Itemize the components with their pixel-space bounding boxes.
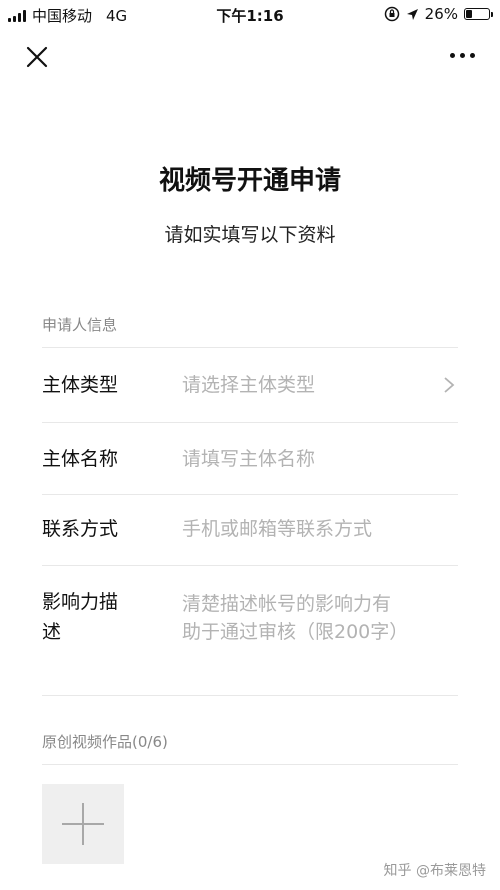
- battery-level: [466, 10, 472, 18]
- divider: [42, 494, 458, 495]
- battery-percent: 26%: [424, 5, 458, 23]
- divider: [42, 695, 458, 696]
- entity-name-input[interactable]: 请填写主体名称: [182, 444, 315, 474]
- divider: [42, 764, 458, 765]
- page-subtitle: 请如实填写以下资料: [164, 224, 336, 246]
- close-button[interactable]: [20, 40, 54, 74]
- divider: [42, 347, 458, 348]
- close-icon: [26, 46, 48, 68]
- more-icon-dot: [449, 52, 455, 58]
- more-icon-dot: [469, 52, 475, 58]
- rotation-lock-icon: [384, 6, 399, 22]
- location-icon: [406, 8, 418, 20]
- field-label: 主体名称: [42, 448, 119, 470]
- field-label: 联系方式: [42, 518, 119, 540]
- watermark: 知乎 @布莱恩特: [383, 863, 486, 879]
- divider: [42, 565, 458, 566]
- divider: [42, 422, 458, 423]
- status-right: 26%: [384, 5, 493, 23]
- battery-icon: [464, 8, 493, 20]
- textarea-placeholder-line1: 清楚描述帐号的影响力有: [182, 593, 392, 615]
- more-button[interactable]: [442, 40, 482, 70]
- contact-input[interactable]: 手机或邮箱等联系方式: [182, 514, 372, 544]
- textarea-placeholder-line2: 助于通过审核（限200字）: [182, 621, 409, 643]
- section-label-applicant: 申请人信息: [42, 316, 118, 334]
- entity-type-select[interactable]: 请选择主体类型: [182, 370, 315, 400]
- page-title: 视频号开通申请: [158, 166, 341, 196]
- status-bar: 中国移动 4G 下午1:16 26%: [0, 0, 500, 28]
- field-label-line2: 述: [42, 621, 62, 643]
- chevron-right-icon: [444, 377, 455, 393]
- more-icon-dot: [459, 52, 465, 58]
- plus-icon-vertical: [82, 803, 84, 845]
- add-video-button[interactable]: [42, 784, 124, 864]
- section-label-videos: 原创视频作品(0/6): [42, 733, 168, 751]
- field-label: 主体类型: [42, 374, 119, 396]
- field-label: 影响力描: [42, 591, 119, 613]
- nav-bar: [0, 28, 500, 84]
